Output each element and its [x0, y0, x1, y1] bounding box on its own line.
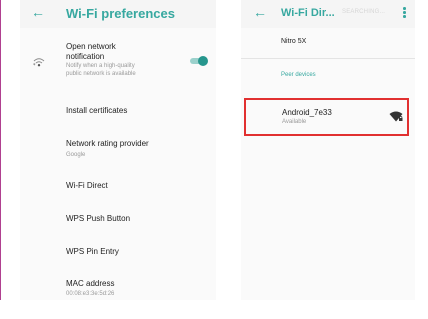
mac-address-value: 00:08:e3:3e:5d:26 [66, 291, 115, 297]
mac-address-title: MAC address [66, 279, 115, 288]
open-network-sub-line2: public network is available [66, 71, 136, 77]
wifi-signal-lock-icon [389, 111, 403, 122]
network-rating-provider-title: Network rating provider [66, 139, 149, 148]
install-certificates-item[interactable]: Install certificates [66, 106, 127, 115]
wifi-preferences-screen: ← Wi-Fi preferences * Open network notif… [20, 0, 216, 300]
arrow-back-icon[interactable]: ← [31, 5, 45, 19]
open-network-toggle[interactable] [188, 56, 208, 66]
svg-text:*: * [33, 63, 36, 67]
page-title: Wi-Fi Dir... [281, 7, 335, 19]
peer-device-name: Android_7e33 [282, 108, 332, 117]
wifi-direct-screen: ← Wi-Fi Dir... SEARCHING... Nitro 5X Pee… [241, 0, 415, 300]
arrow-back-icon[interactable]: ← [253, 5, 267, 19]
wifi-direct-item[interactable]: Wi-Fi Direct [66, 181, 108, 190]
wps-pin-entry-item[interactable]: WPS Pin Entry [66, 247, 119, 256]
open-network-title-line1: Open network [66, 42, 116, 51]
app-bar: ← Wi-Fi preferences [20, 0, 216, 28]
peer-device-item[interactable]: Android_7e33 Available [244, 98, 409, 136]
app-bar: ← Wi-Fi Dir... SEARCHING... [241, 0, 415, 28]
peer-device-status: Available [282, 119, 307, 125]
device-name[interactable]: Nitro 5X [281, 38, 306, 45]
divider [241, 58, 415, 59]
wifi-notification-icon: * [33, 58, 45, 67]
wps-push-button-item[interactable]: WPS Push Button [66, 214, 130, 223]
page-title: Wi-Fi preferences [66, 6, 175, 21]
peer-devices-header: Peer devices [281, 72, 316, 78]
open-network-sub-line1: Notify when a high-quality [66, 63, 135, 69]
network-rating-provider-value: Google [66, 152, 86, 158]
open-network-title-line2: notification [66, 52, 105, 61]
searching-status: SEARCHING... [342, 9, 386, 15]
edge-border [0, 0, 1, 300]
overflow-menu-icon[interactable] [403, 7, 406, 19]
